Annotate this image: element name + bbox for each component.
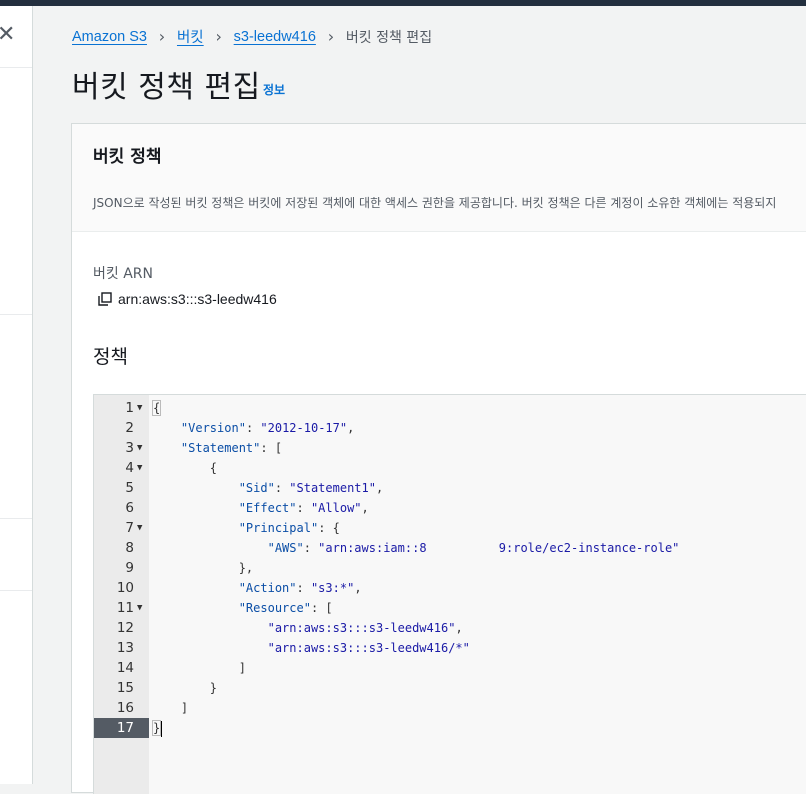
editor-line[interactable]: 4 ▼ { [94, 458, 806, 478]
line-number: 11 [116, 600, 134, 616]
sidebar-divider [0, 590, 32, 591]
bucket-arn-value: arn:aws:s3:::s3-leedw416 [118, 291, 277, 307]
code-text: "Effect": "Allow", [238, 501, 369, 515]
editor-line[interactable]: 13 "arn:aws:s3:::s3-leedw416/*" [94, 638, 806, 658]
editor-line[interactable]: 7 ▼ "Principal": { [94, 518, 806, 538]
breadcrumb-link-buckets[interactable]: 버킷 [177, 26, 204, 47]
editor-line[interactable]: 1 ▼ { [94, 398, 806, 418]
editor-line[interactable]: 11 ▼ "Resource": [ [94, 598, 806, 618]
breadcrumb-current: 버킷 정책 편집 [345, 29, 433, 46]
editor-line[interactable]: 17} [94, 718, 806, 738]
editor-line[interactable]: 5 "Sid": "Statement1", [94, 478, 806, 498]
copy-icon[interactable] [98, 292, 112, 306]
line-number: 5 [125, 480, 134, 496]
editor-line[interactable]: 14 ] [94, 658, 806, 678]
fold-arrow-icon[interactable]: ▼ [137, 398, 142, 418]
code-text: ] [152, 661, 246, 675]
chevron-right-icon: › [327, 27, 335, 46]
line-number: 12 [116, 620, 134, 636]
panel-title: 버킷 정책 [93, 147, 162, 167]
code-text: { [152, 400, 162, 416]
code-text: "Principal": { [238, 521, 340, 535]
top-navigation-bar [0, 0, 806, 6]
code-text: }, [152, 561, 254, 575]
text-cursor [161, 720, 163, 737]
line-number: 9 [125, 560, 134, 576]
side-navigation: ✕ [0, 6, 33, 784]
code-text: "Resource": [ [238, 601, 333, 615]
line-number: 10 [116, 580, 134, 596]
line-number: 6 [125, 500, 134, 516]
breadcrumb: Amazon S3 › 버킷 › s3-leedw416 › 버킷 정책 편집 [72, 26, 432, 47]
code-text: "Action": "s3:*", [238, 581, 362, 595]
line-number: 2 [125, 420, 134, 436]
line-number: 3 [125, 440, 134, 456]
line-number: 14 [116, 660, 134, 676]
chevron-right-icon: › [215, 27, 222, 46]
editor-line[interactable]: 10 "Action": "s3:*", [94, 578, 806, 598]
fold-arrow-icon[interactable]: ▼ [137, 458, 142, 478]
code-text: } [152, 681, 218, 695]
code-text: "arn:aws:s3:::s3-leedw416", [267, 621, 463, 635]
close-icon[interactable]: ✕ [0, 24, 15, 46]
bucket-policy-panel: 버킷 정책 JSON으로 작성된 버킷 정책은 버킷에 저장된 객체에 대한 액… [71, 123, 806, 794]
code-text: ] [152, 701, 189, 715]
editor-line[interactable]: 16 ] [94, 698, 806, 718]
policy-label: 정책 [93, 346, 128, 368]
line-number: 15 [116, 680, 134, 696]
fold-arrow-icon[interactable]: ▼ [137, 598, 142, 618]
bucket-arn-label: 버킷 ARN [93, 266, 153, 282]
line-number: 1 [125, 400, 134, 416]
code-text: "arn:aws:s3:::s3-leedw416/*" [267, 641, 470, 655]
editor-line[interactable]: 8 "AWS": "arn:aws:iam::8 9:role/ec2-inst… [94, 538, 806, 558]
panel-description: JSON으로 작성된 버킷 정책은 버킷에 저장된 객체에 대한 액세스 권한을… [93, 196, 777, 210]
editor-line[interactable]: 12 "arn:aws:s3:::s3-leedw416", [94, 618, 806, 638]
line-number: 7 [125, 520, 134, 536]
line-number: 13 [116, 640, 134, 656]
info-link[interactable]: 정보 [263, 81, 285, 98]
code-text: "Statement": [ [180, 441, 283, 455]
policy-code-editor[interactable]: 1 ▼{2 "Version": "2012-10-17", 3 ▼ "Stateme… [93, 394, 806, 794]
line-number: 8 [125, 540, 134, 556]
editor-line[interactable]: 6 "Effect": "Allow", [94, 498, 806, 518]
code-text: } [152, 720, 163, 737]
editor-line[interactable]: 15 } [94, 678, 806, 698]
editor-line[interactable]: 3 ▼ "Statement": [ [94, 438, 806, 458]
code-text: "Version": "2012-10-17", [180, 421, 355, 435]
breadcrumb-link-bucket[interactable]: s3-leedw416 [234, 29, 316, 45]
sidebar-divider [0, 314, 32, 315]
line-number: 17 [116, 720, 134, 736]
chevron-right-icon: › [158, 27, 166, 46]
code-text: { [152, 461, 218, 475]
breadcrumb-link-s3[interactable]: Amazon S3 [72, 29, 147, 45]
line-number: 4 [125, 460, 134, 476]
editor-line[interactable]: 9 }, [94, 558, 806, 578]
code-text: "AWS": "arn:aws:iam::8 9:role/ec2-instan… [267, 541, 680, 555]
sidebar-divider [0, 67, 32, 68]
bucket-arn-row: arn:aws:s3:::s3-leedw416 [98, 291, 277, 307]
fold-arrow-icon[interactable]: ▼ [137, 518, 142, 538]
line-number: 16 [116, 700, 134, 716]
editor-line[interactable]: 2 "Version": "2012-10-17", [94, 418, 806, 438]
code-text: "Sid": "Statement1", [238, 481, 384, 495]
page-title: 버킷 정책 편집 [72, 70, 261, 105]
sidebar-divider [0, 518, 32, 519]
fold-arrow-icon[interactable]: ▼ [137, 438, 142, 458]
panel-header: 버킷 정책 JSON으로 작성된 버킷 정책은 버킷에 저장된 객체에 대한 액… [72, 124, 806, 232]
